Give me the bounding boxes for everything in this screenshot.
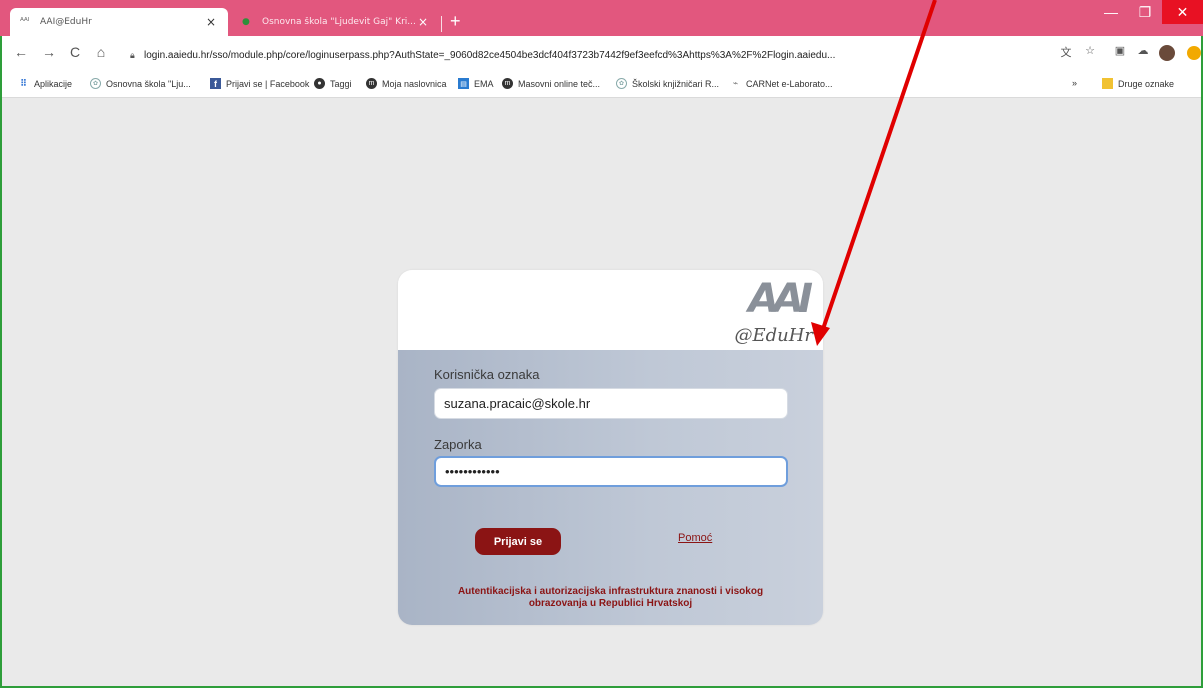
password-label: Zaporka xyxy=(434,437,482,452)
login-form: Korisnička oznaka suzana.pracaic@skole.h… xyxy=(398,350,823,625)
forward-button[interactable]: → xyxy=(40,44,58,60)
help-link[interactable]: Pomoć xyxy=(678,532,712,544)
school-favicon-icon: ● xyxy=(242,17,250,27)
logo-mark: AAI xyxy=(748,276,813,322)
close-tab-icon[interactable]: × xyxy=(204,15,218,29)
maximize-button[interactable]: ❐ xyxy=(1128,0,1162,24)
bookmarks-more-button[interactable]: » xyxy=(1072,78,1077,88)
update-warning-icon[interactable] xyxy=(1187,46,1201,60)
bookmark-star-icon[interactable]: ☆ xyxy=(1082,44,1098,57)
bookmarks-bar: ⠿ Aplikacije ✿ Osnovna škola "Lju... f P… xyxy=(2,72,1201,98)
password-field[interactable]: •••••••••••• xyxy=(434,456,788,487)
tab-separator xyxy=(441,16,442,32)
minimize-button[interactable]: — xyxy=(1094,0,1128,24)
bookmark-label: Druge oznake xyxy=(1118,78,1175,89)
lock-icon: 🔒︎ xyxy=(130,49,135,60)
close-tab-icon[interactable]: × xyxy=(416,15,430,29)
ema-icon: ▤ xyxy=(458,78,469,89)
bookmark-apps[interactable]: ⠿ Aplikacije xyxy=(18,78,72,89)
login-card: AAI @EduHr Korisnička oznaka suzana.prac… xyxy=(398,270,823,625)
bookmark-label: Prijavi se | Facebook xyxy=(226,78,310,89)
logo-subtitle: @EduHr xyxy=(734,325,813,346)
school-seal-icon: ✿ xyxy=(90,78,101,89)
facebook-icon: f xyxy=(210,78,221,89)
bookmark-masovni[interactable]: m Masovni online teč... xyxy=(502,78,600,89)
address-bar[interactable]: 🔒︎ login.aaiedu.hr/sso/module.php/core/l… xyxy=(130,44,1035,66)
moodle-icon: m xyxy=(502,78,513,89)
bookmark-label: Osnovna škola "Lju... xyxy=(106,78,191,89)
taggi-icon: ● xyxy=(314,78,325,89)
aai-eduhr-logo: AAI @EduHr xyxy=(697,276,815,348)
footer-text: Autentikacijska i autorizacijska infrast… xyxy=(457,586,764,609)
username-field[interactable]: suzana.pracaic@skole.hr xyxy=(434,388,788,419)
apps-grid-icon: ⠿ xyxy=(20,78,27,88)
bookmark-school[interactable]: ✿ Osnovna škola "Lju... xyxy=(90,78,191,89)
new-tab-button[interactable]: + xyxy=(450,12,461,30)
moodle-icon: m xyxy=(366,78,377,89)
cloud-extension-icon[interactable]: ☁ xyxy=(1135,44,1151,57)
carnet-icon: ⌁ xyxy=(732,78,739,88)
tab-aai-eduhr[interactable]: ᴬᴬᴵ AAI@EduHr × xyxy=(10,8,228,36)
reload-button[interactable]: C xyxy=(66,44,84,60)
back-button[interactable]: ← xyxy=(12,44,30,60)
username-label: Korisnička oznaka xyxy=(434,367,540,382)
login-button[interactable]: Prijavi se xyxy=(475,528,561,555)
bookmark-label: Masovni online teč... xyxy=(518,78,601,89)
bookmark-knjiznicari[interactable]: ✿ Školski knjižničari R... xyxy=(616,78,719,89)
home-button[interactable]: ⌂ xyxy=(92,44,110,60)
login-card-header: AAI @EduHr xyxy=(398,270,823,350)
bookmark-taggi[interactable]: ● Taggi xyxy=(314,78,352,89)
close-window-button[interactable]: ✕ xyxy=(1162,0,1203,24)
bookmark-label: EMA xyxy=(474,78,494,89)
bookmark-facebook[interactable]: f Prijavi se | Facebook xyxy=(210,78,309,89)
bookmark-label: Moja naslovnica xyxy=(382,78,447,89)
bookmark-label: Taggi xyxy=(330,78,352,89)
bookmark-ema[interactable]: ▤ EMA xyxy=(458,78,494,89)
tab-school[interactable]: ● Osnovna škola "Ljudevit Gaj" Kri... × xyxy=(232,8,440,36)
tab-title: Osnovna škola "Ljudevit Gaj" Kri... xyxy=(262,17,416,27)
tab-strip: ᴬᴬᴵ AAI@EduHr × ● Osnovna škola "Ljudevi… xyxy=(0,0,1203,36)
translate-icon[interactable]: 文 xyxy=(1058,44,1074,60)
bookmark-label: Školski knjižničari R... xyxy=(632,78,720,89)
aai-favicon-icon: ᴬᴬᴵ xyxy=(20,17,30,27)
bookmark-label: Aplikacije xyxy=(34,78,73,89)
profile-avatar[interactable] xyxy=(1159,45,1175,61)
extension-icon[interactable]: ▣ xyxy=(1112,44,1128,57)
tab-title: AAI@EduHr xyxy=(40,17,92,27)
bookmark-moja-naslovnica[interactable]: m Moja naslovnica xyxy=(366,78,447,89)
url-text: login.aaiedu.hr/sso/module.php/core/logi… xyxy=(144,49,836,61)
folder-icon xyxy=(1102,78,1113,89)
bookmark-other-folder[interactable]: Druge oznake xyxy=(1102,78,1174,89)
bookmark-carnet[interactable]: ⌁ CARNet e-Laborato... xyxy=(730,78,833,89)
seal-icon: ✿ xyxy=(616,78,627,89)
bookmark-label: CARNet e-Laborato... xyxy=(746,78,833,89)
browser-toolbar: ← → C ⌂ 🔒︎ login.aaiedu.hr/sso/module.ph… xyxy=(2,36,1201,72)
